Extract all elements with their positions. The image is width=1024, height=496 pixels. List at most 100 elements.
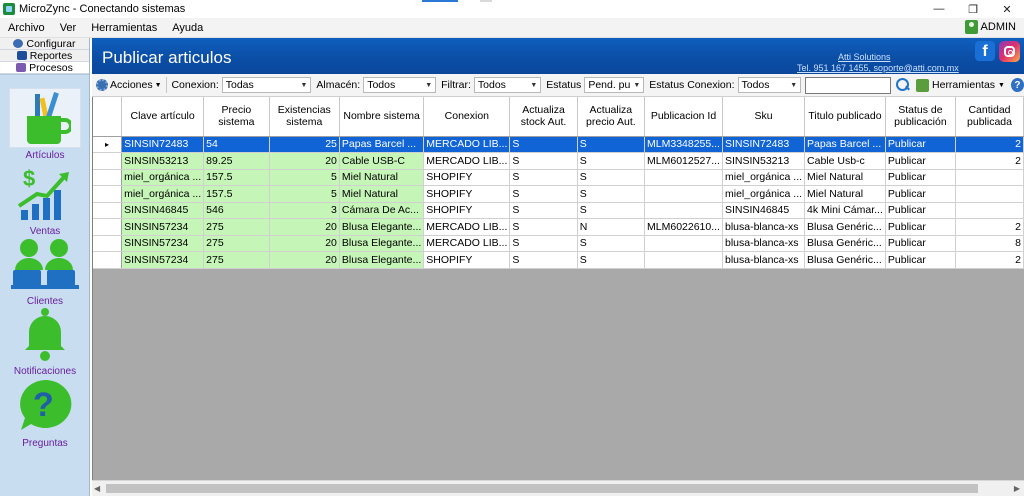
menu-archivo[interactable]: Archivo [0,22,52,34]
row-selector[interactable] [93,152,123,170]
menu-ayuda[interactable]: Ayuda [164,22,210,34]
row-selector[interactable] [93,185,123,203]
table-cell[interactable]: MERCADO LIB... [423,152,511,170]
table-cell[interactable]: Publicar [885,202,956,219]
table-cell[interactable]: 4k Mini Cámar... [804,202,886,219]
table-cell[interactable]: 2 [955,218,1024,236]
company-link[interactable]: Atti Solutions [838,52,891,62]
table-row[interactable]: SINSIN46845 546 3 Cámara De Ac... SHOPIFY S S S… [93,202,1024,219]
table-cell[interactable]: Publicar [885,152,956,170]
table-row[interactable]: SINSIN57234 275 20 Blusa Elegante... SHOPIFY… [93,251,1024,269]
table-cell[interactable]: S [509,185,578,203]
column-header[interactable]: Titulo publicado [804,97,886,137]
table-cell[interactable] [644,202,723,219]
table-cell[interactable]: 546 [203,202,270,219]
estatus-select[interactable]: Pend. publica ▼ [584,77,645,93]
table-cell[interactable]: S [509,169,578,186]
table-cell[interactable]: Publicar [885,235,956,252]
table-cell[interactable]: Cámara De Ac... [339,202,425,219]
table-cell[interactable]: N [577,218,646,236]
column-header[interactable]: Status de publicación [885,97,956,137]
column-header[interactable]: Precio sistema [203,97,270,137]
search-icon[interactable] [895,77,910,93]
table-cell[interactable]: 89.25 [203,152,270,170]
table-cell[interactable]: Miel Natural [804,185,886,203]
table-cell[interactable] [644,251,723,269]
table-cell[interactable] [644,185,723,203]
scroll-right-icon[interactable]: ▶ [1014,484,1020,493]
row-selector[interactable] [93,202,123,219]
table-cell[interactable]: Blusa Elegante... [339,235,425,252]
table-cell[interactable]: SHOPIFY [423,202,511,219]
table-cell[interactable]: S [577,251,646,269]
table-row[interactable]: miel_orgánica ... 157.5 5 Miel Natural SHOPI… [93,169,1024,186]
search-input[interactable] [805,76,892,94]
contact-link[interactable]: Tel. 951 167 1455, soporte@atti.com.mx [797,63,959,73]
table-cell[interactable]: Papas Barcel ... [339,136,425,153]
table-cell[interactable]: 2 [955,251,1024,269]
filtrar-select[interactable]: Todos ▼ [473,77,542,93]
column-header[interactable]: Publicacion Id [644,97,723,137]
module-notificaciones[interactable]: Notificaciones [0,304,90,377]
table-cell[interactable]: SINSIN46845 [722,202,806,219]
facebook-icon[interactable]: f [975,41,995,61]
user-indicator[interactable]: ADMIN [964,20,1016,34]
table-cell[interactable]: Blusa Genéric... [804,218,886,236]
table-cell[interactable]: 3 [269,202,340,219]
minimize-button[interactable]: — [922,0,956,18]
table-cell[interactable]: 20 [269,235,340,252]
table-cell[interactable]: 2 [955,152,1024,170]
table-cell[interactable]: 275 [203,251,270,269]
table-cell[interactable]: SHOPIFY [423,185,511,203]
menu-ver[interactable]: Ver [52,22,84,34]
scroll-left-icon[interactable]: ◀ [94,484,100,493]
table-cell[interactable]: S [577,235,646,252]
table-cell[interactable]: S [509,251,578,269]
column-header[interactable]: Actualiza precio Aut. [577,97,646,137]
table-cell[interactable]: 20 [269,251,340,269]
table-cell[interactable]: 20 [269,218,340,236]
table-cell[interactable]: SINSIN53213 [121,152,205,170]
menu-herramientas[interactable]: Herramientas [83,22,164,34]
table-cell[interactable]: Blusa Elegante... [339,251,425,269]
table-cell[interactable]: 54 [203,136,270,153]
table-cell[interactable]: S [577,152,646,170]
table-cell[interactable]: S [577,202,646,219]
table-cell[interactable]: SHOPIFY [423,251,511,269]
table-cell[interactable]: blusa-blanca-xs [722,235,806,252]
table-cell[interactable]: miel_orgánica ... [121,185,205,203]
table-cell[interactable]: miel_orgánica ... [722,185,806,203]
table-cell[interactable]: miel_orgánica ... [121,169,205,186]
table-cell[interactable]: miel_orgánica ... [722,169,806,186]
scroll-thumb[interactable] [106,484,978,493]
help-icon[interactable]: ? [1010,78,1024,92]
table-cell[interactable]: S [509,136,578,153]
table-cell[interactable]: SINSIN57234 [121,235,205,252]
table-cell[interactable]: 8 [955,235,1024,252]
module-articulos[interactable]: Artículos [0,88,90,161]
table-row[interactable]: SINSIN57234 275 20 Blusa Elegante... MERCADO… [93,235,1024,252]
table-cell[interactable]: S [509,202,578,219]
table-cell[interactable]: blusa-blanca-xs [722,251,806,269]
table-cell[interactable]: Miel Natural [339,185,425,203]
table-cell[interactable]: Cable Usb-c [804,152,886,170]
table-cell[interactable]: Miel Natural [339,169,425,186]
column-header[interactable]: Nombre sistema [339,97,425,137]
table-cell[interactable]: S [577,136,646,153]
table-cell[interactable]: 275 [203,235,270,252]
estatus-conexion-select[interactable]: Todos ▼ [737,77,802,93]
row-selector[interactable] [93,251,123,269]
table-cell[interactable]: Cable USB-C [339,152,425,170]
horizontal-scrollbar[interactable]: ◀ ▶ [92,480,1024,496]
table-cell[interactable]: SINSIN46845 [121,202,205,219]
table-cell[interactable] [644,235,723,252]
table-row[interactable]: ▸ SINSIN72483 54 25 Papas Barcel ... MERCADO … [93,136,1024,153]
table-cell[interactable]: 157.5 [203,185,270,203]
table-cell[interactable]: Publicar [885,169,956,186]
table-cell[interactable]: Blusa Genéric... [804,235,886,252]
table-cell[interactable]: 5 [269,185,340,203]
table-cell[interactable]: Miel Natural [804,169,886,186]
table-row[interactable]: SINSIN57234 275 20 Blusa Elegante... MERCADO… [93,218,1024,236]
nav-reportes-button[interactable]: Reportes [0,50,89,62]
table-cell[interactable]: MLM6012527... [644,152,723,170]
